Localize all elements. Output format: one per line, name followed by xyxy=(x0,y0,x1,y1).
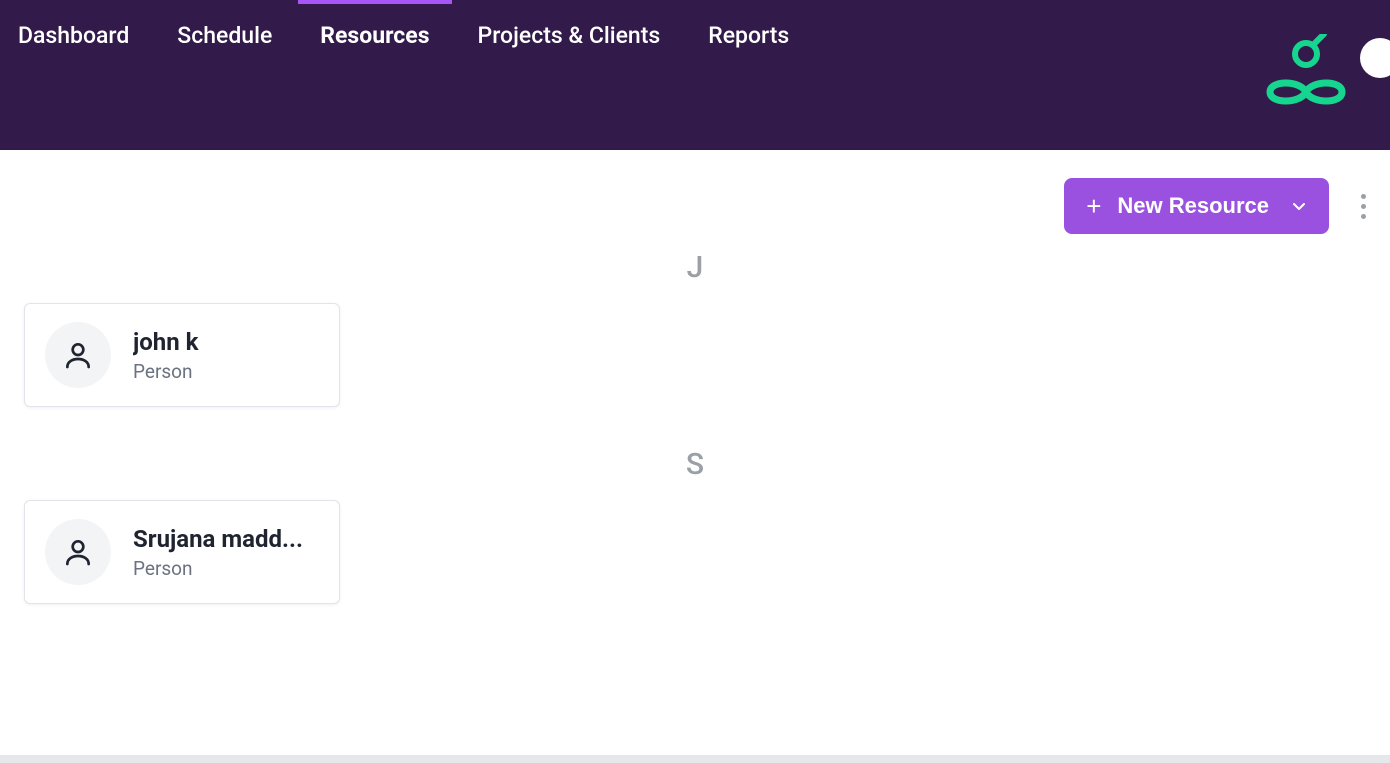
resource-card[interactable]: Srujana madd... Person xyxy=(24,500,340,604)
bottom-bar xyxy=(0,755,1390,763)
resource-type: Person xyxy=(133,360,319,383)
toolbar: + New Resource xyxy=(1064,178,1370,234)
resource-info: john k Person xyxy=(133,328,319,383)
resource-card[interactable]: john k Person xyxy=(24,303,340,407)
nav-tab-projects-clients[interactable]: Projects & Clients xyxy=(478,22,661,49)
person-avatar-icon xyxy=(45,322,111,388)
plus-icon: + xyxy=(1086,193,1101,219)
group-letter: S xyxy=(0,447,1390,482)
logo-top-icon xyxy=(1284,34,1328,70)
app-logo xyxy=(1264,34,1348,110)
infinity-icon xyxy=(1264,74,1348,110)
chevron-down-icon xyxy=(1291,198,1307,214)
group-letter: J xyxy=(0,250,1390,285)
user-avatar-button[interactable] xyxy=(1360,38,1390,78)
nav-tab-resources[interactable]: Resources xyxy=(320,22,429,49)
nav-tab-reports[interactable]: Reports xyxy=(708,22,789,49)
new-resource-button[interactable]: + New Resource xyxy=(1064,178,1329,234)
nav-tabs: Dashboard Schedule Resources Projects & … xyxy=(18,0,789,49)
top-navigation: Dashboard Schedule Resources Projects & … xyxy=(0,0,1390,150)
resource-list: J john k Person S Srujana madd... Person xyxy=(0,240,1390,644)
more-options-button[interactable] xyxy=(1357,190,1370,223)
resource-info: Srujana madd... Person xyxy=(133,525,319,580)
resource-type: Person xyxy=(133,557,319,580)
nav-tab-schedule[interactable]: Schedule xyxy=(177,22,272,49)
new-resource-label: New Resource xyxy=(1117,193,1269,219)
resource-name: john k xyxy=(133,328,319,356)
nav-tab-dashboard[interactable]: Dashboard xyxy=(18,22,129,49)
person-avatar-icon xyxy=(45,519,111,585)
resource-name: Srujana madd... xyxy=(133,525,319,553)
